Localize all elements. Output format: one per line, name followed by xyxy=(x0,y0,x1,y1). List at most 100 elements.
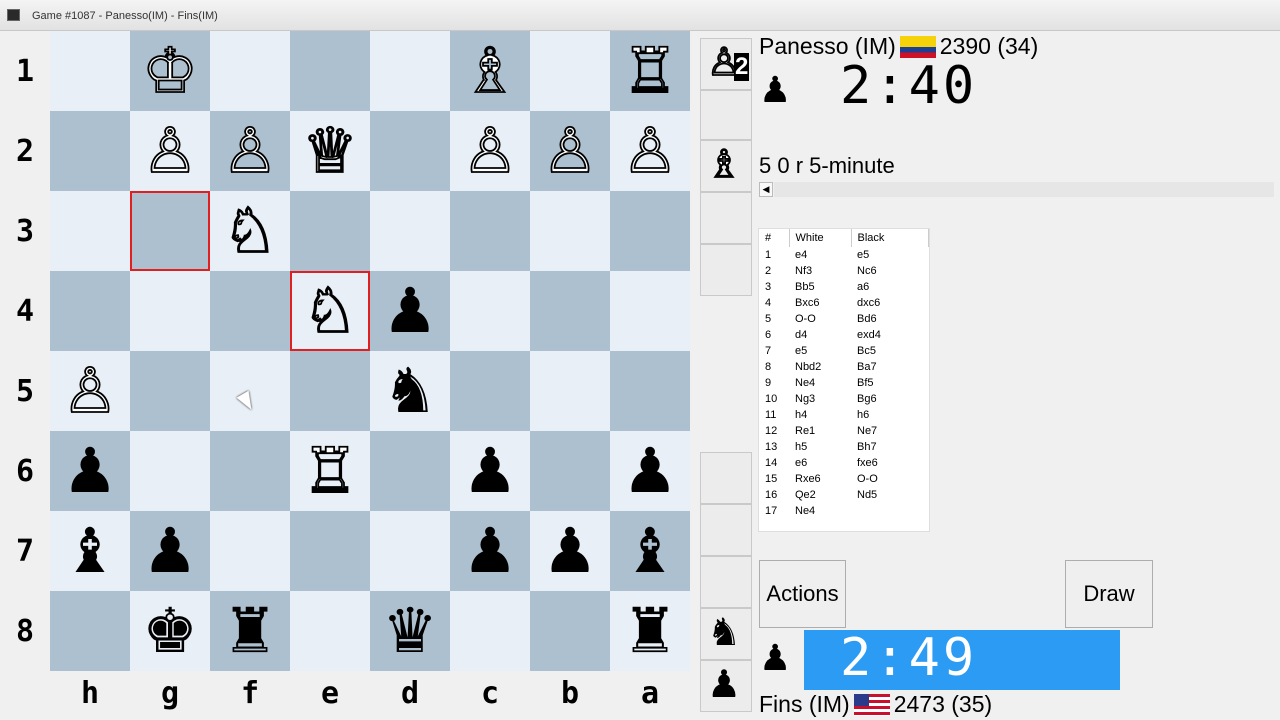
square-g7[interactable]: ♟ xyxy=(130,511,210,591)
black-pawn-icon[interactable]: ♟ xyxy=(142,520,198,582)
square-g2[interactable]: ♙ xyxy=(130,111,210,191)
square-h7[interactable]: ♝ xyxy=(50,511,130,591)
square-b7[interactable]: ♟ xyxy=(530,511,610,591)
white-move[interactable]: Ne4 xyxy=(789,375,851,391)
square-e4[interactable]: ♘ xyxy=(290,271,370,351)
square-h5[interactable]: ♙ xyxy=(50,351,130,431)
move-row[interactable]: 17 Ne4 xyxy=(759,503,929,519)
square-f7[interactable] xyxy=(210,511,290,591)
white-pawn-icon[interactable]: ♙ xyxy=(221,119,278,183)
square-e7[interactable] xyxy=(290,511,370,591)
square-c6[interactable]: ♟ xyxy=(450,431,530,511)
square-e3[interactable] xyxy=(290,191,370,271)
square-f2[interactable]: ♙ xyxy=(210,111,290,191)
move-list[interactable]: # White Black 1 e4 e5 2 Nf3 Nc6 3 Bb5 a6 4 Bxc6 dxc… xyxy=(758,228,930,532)
draw-button[interactable]: Draw xyxy=(1065,560,1153,628)
white-pawn-icon[interactable]: ♙ xyxy=(61,359,118,423)
square-h4[interactable] xyxy=(50,271,130,351)
black-move[interactable]: e5 xyxy=(851,247,929,263)
black-rook-icon[interactable]: ♜ xyxy=(222,600,278,662)
black-pawn-icon[interactable]: ♟ xyxy=(462,520,518,582)
scroll-left-button[interactable]: ◀ xyxy=(759,182,773,197)
move-row[interactable]: 13 h5 Bh7 xyxy=(759,439,929,455)
move-row[interactable]: 6 d4 exd4 xyxy=(759,327,929,343)
black-move[interactable]: Nc6 xyxy=(851,263,929,279)
black-move[interactable]: Bd6 xyxy=(851,311,929,327)
white-move[interactable]: Re1 xyxy=(789,423,851,439)
black-move[interactable]: a6 xyxy=(851,279,929,295)
white-move[interactable]: Bxc6 xyxy=(789,295,851,311)
square-a6[interactable]: ♟ xyxy=(610,431,690,511)
square-d5[interactable]: ♞ xyxy=(370,351,450,431)
move-row[interactable]: 4 Bxc6 dxc6 xyxy=(759,295,929,311)
white-move[interactable]: Qe2 xyxy=(789,487,851,503)
black-pawn-icon[interactable]: ♟ xyxy=(62,440,118,502)
black-pawn-icon[interactable]: ♟ xyxy=(542,520,598,582)
move-row[interactable]: 15 Rxe6 O-O xyxy=(759,471,929,487)
move-row[interactable]: 3 Bb5 a6 xyxy=(759,279,929,295)
square-e2[interactable]: ♕ xyxy=(290,111,370,191)
square-h3[interactable] xyxy=(50,191,130,271)
square-g8[interactable]: ♚ xyxy=(130,591,210,671)
white-move[interactable]: e6 xyxy=(789,455,851,471)
move-row[interactable]: 12 Re1 Ne7 xyxy=(759,423,929,439)
square-b4[interactable] xyxy=(530,271,610,351)
white-rook-icon[interactable]: ♖ xyxy=(621,39,678,103)
black-knight-icon[interactable]: ♞ xyxy=(382,360,438,422)
black-move[interactable]: Nd5 xyxy=(851,487,929,503)
white-move[interactable]: d4 xyxy=(789,327,851,343)
black-move[interactable]: Ne7 xyxy=(851,423,929,439)
white-move[interactable]: Rxe6 xyxy=(789,471,851,487)
horizontal-scrollbar[interactable] xyxy=(774,182,1274,197)
black-move[interactable] xyxy=(851,503,929,519)
white-move[interactable]: Nf3 xyxy=(789,263,851,279)
square-d1[interactable] xyxy=(370,31,450,111)
move-row[interactable]: 10 Ng3 Bg6 xyxy=(759,391,929,407)
black-bishop-icon[interactable]: ♝ xyxy=(622,520,678,582)
square-b6[interactable] xyxy=(530,431,610,511)
white-knight-icon[interactable]: ♘ xyxy=(221,199,278,263)
move-row[interactable]: 11 h4 h6 xyxy=(759,407,929,423)
white-bishop-icon[interactable]: ♗ xyxy=(461,39,518,103)
square-f3[interactable]: ♘ xyxy=(210,191,290,271)
square-c1[interactable]: ♗ xyxy=(450,31,530,111)
black-king-icon[interactable]: ♚ xyxy=(142,600,198,662)
white-move[interactable]: h5 xyxy=(789,439,851,455)
square-d7[interactable] xyxy=(370,511,450,591)
square-b1[interactable] xyxy=(530,31,610,111)
white-pawn-icon[interactable]: ♙ xyxy=(541,119,598,183)
square-a1[interactable]: ♖ xyxy=(610,31,690,111)
move-row[interactable]: 5 O-O Bd6 xyxy=(759,311,929,327)
square-h8[interactable] xyxy=(50,591,130,671)
white-move[interactable]: O-O xyxy=(789,311,851,327)
white-pawn-icon[interactable]: ♙ xyxy=(461,119,518,183)
chess-board[interactable]: ♔ ♗ ♖ ♙ ♙ ♕ ♙ ♙ ♙ ♘ ♘ ♟ ♙ ♞ ♟ ♖ ♟ ♟ ♝ ♟ ♟ ♟ ♝ ♚ ♜ ♛ ♜ xyxy=(50,31,690,671)
white-king-icon[interactable]: ♔ xyxy=(141,39,198,103)
square-c8[interactable] xyxy=(450,591,530,671)
black-move[interactable]: Bg6 xyxy=(851,391,929,407)
move-row[interactable]: 16 Qe2 Nd5 xyxy=(759,487,929,503)
square-a7[interactable]: ♝ xyxy=(610,511,690,591)
white-knight-icon[interactable]: ♘ xyxy=(301,279,358,343)
black-move[interactable]: Bh7 xyxy=(851,439,929,455)
square-h6[interactable]: ♟ xyxy=(50,431,130,511)
black-move[interactable]: O-O xyxy=(851,471,929,487)
black-move[interactable]: h6 xyxy=(851,407,929,423)
white-move[interactable]: Ne4 xyxy=(789,503,851,519)
square-d3[interactable] xyxy=(370,191,450,271)
black-queen-icon[interactable]: ♛ xyxy=(382,600,438,662)
black-move[interactable]: fxe6 xyxy=(851,455,929,471)
move-row[interactable]: 8 Nbd2 Ba7 xyxy=(759,359,929,375)
square-d8[interactable]: ♛ xyxy=(370,591,450,671)
black-move[interactable]: Bf5 xyxy=(851,375,929,391)
black-rook-icon[interactable]: ♜ xyxy=(622,600,678,662)
move-row[interactable]: 7 e5 Bc5 xyxy=(759,343,929,359)
actions-button[interactable]: Actions xyxy=(759,560,846,628)
square-e1[interactable] xyxy=(290,31,370,111)
square-h2[interactable] xyxy=(50,111,130,191)
white-move[interactable]: Nbd2 xyxy=(789,359,851,375)
white-move[interactable]: h4 xyxy=(789,407,851,423)
square-c7[interactable]: ♟ xyxy=(450,511,530,591)
white-rook-icon[interactable]: ♖ xyxy=(301,439,358,503)
black-move[interactable]: exd4 xyxy=(851,327,929,343)
